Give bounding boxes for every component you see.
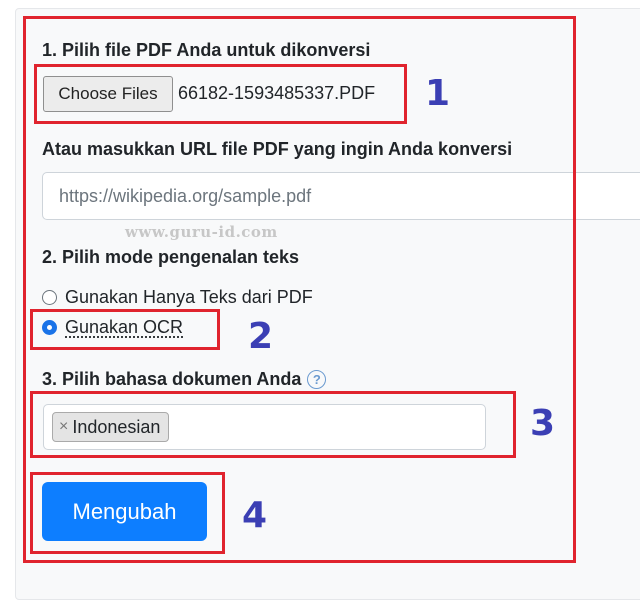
highlight-box-3 [30, 391, 516, 458]
highlight-box-1 [34, 64, 407, 124]
highlight-box-2 [30, 309, 220, 350]
step-number-2: 2 [248, 316, 274, 357]
step-number-3: 3 [530, 403, 556, 444]
step-number-1: 1 [425, 73, 451, 114]
step-number-4: 4 [242, 495, 268, 536]
highlight-box-4 [30, 472, 225, 554]
